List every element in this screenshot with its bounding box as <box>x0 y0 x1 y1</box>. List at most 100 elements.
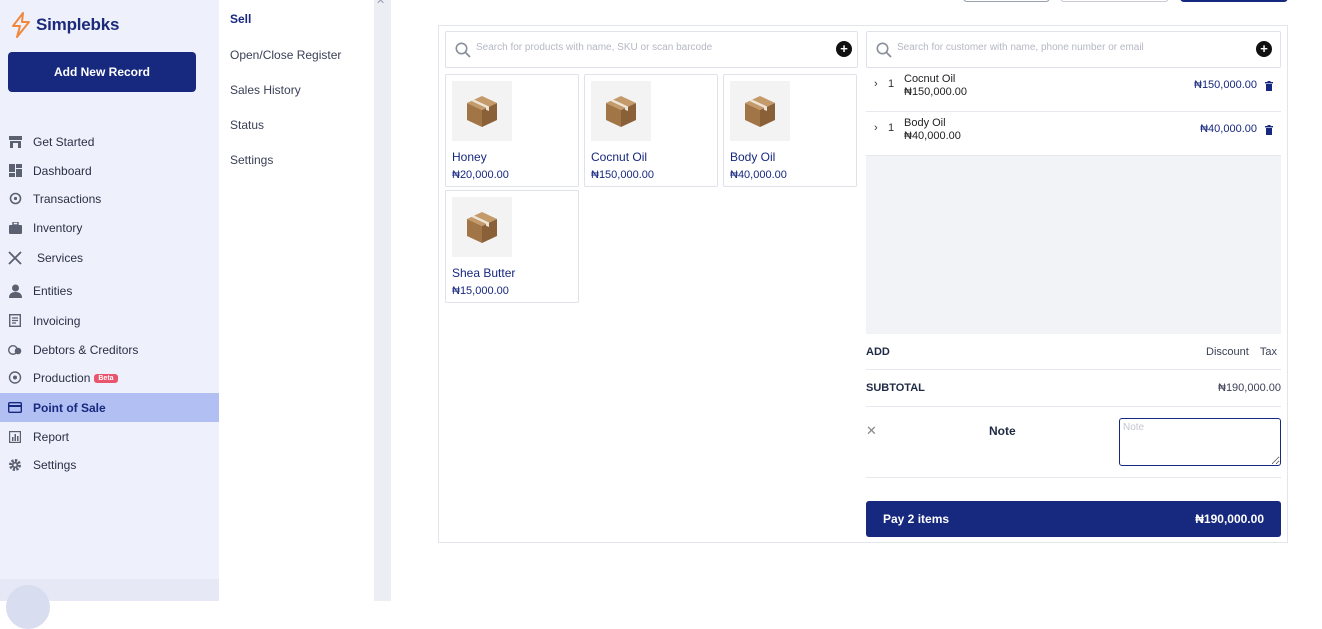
note-row: ✕ Note <box>866 417 1281 478</box>
sidebar-item-report[interactable]: Report <box>0 422 219 451</box>
pos-panel: + + Honey ₦20,000.00 Cocnut Oil ₦150,000… <box>438 25 1288 543</box>
cart-item-name: Body Oil <box>904 117 946 129</box>
trash-icon[interactable] <box>1265 122 1273 140</box>
subtotal-row: SUBTOTAL ₦190,000.00 <box>866 382 1281 407</box>
sidebar-item-label: Settings <box>33 457 77 472</box>
top-action-button-2[interactable] <box>1060 0 1169 2</box>
person-icon <box>8 284 22 298</box>
card-icon <box>8 401 22 415</box>
invoice-icon <box>8 314 22 328</box>
customer-search: + <box>866 31 1281 68</box>
avatar[interactable] <box>6 585 50 629</box>
pay-label: Pay 2 items <box>883 512 950 526</box>
search-icon <box>876 42 892 63</box>
sidebar-item-label: Transactions <box>33 191 102 206</box>
sidebar-item-label: Debtors & Creditors <box>33 342 139 357</box>
customer-search-input[interactable] <box>897 42 1247 53</box>
production-label: Production <box>33 370 91 385</box>
pay-total: ₦190,000.00 <box>1195 512 1264 526</box>
cart-empty-area <box>866 156 1281 334</box>
top-action-button-primary[interactable] <box>1180 0 1288 2</box>
sidebar-item-label: Production Beta <box>33 371 118 385</box>
subtotal-label: SUBTOTAL <box>866 382 925 394</box>
product-price: ₦20,000.00 <box>452 169 509 181</box>
money-icon <box>8 343 22 357</box>
product-card-shea-butter[interactable]: Shea Butter ₦15,000.00 <box>445 190 579 303</box>
sidebar-item-label: Point of Sale <box>33 400 106 415</box>
cart-item-total: ₦40,000.00 <box>1200 123 1257 135</box>
add-label: ADD <box>866 346 890 358</box>
product-price: ₦150,000.00 <box>591 169 654 181</box>
cart-item-qty[interactable]: 1 <box>888 122 894 134</box>
collapse-icon[interactable]: ✕ <box>376 0 385 7</box>
product-price: ₦15,000.00 <box>452 285 509 297</box>
sidebar-footer <box>0 579 242 629</box>
submenu-item-open-close-register[interactable]: Open/Close Register <box>230 48 341 62</box>
close-icon[interactable]: ✕ <box>866 423 877 439</box>
chevron-right-icon[interactable]: › <box>874 122 878 134</box>
submenu-item-sell[interactable]: Sell <box>230 12 251 26</box>
trash-icon[interactable] <box>1265 78 1273 96</box>
sidebar-item-services[interactable]: Services <box>0 243 219 272</box>
product-search: + <box>445 31 858 68</box>
sidebar-item-label: Report <box>33 429 70 444</box>
sidebar-item-label: Services <box>37 250 84 265</box>
sidebar-item-entities[interactable]: Entities <box>0 276 219 305</box>
product-name: Body Oil <box>730 150 776 164</box>
store-icon <box>8 135 22 149</box>
subtotal-value: ₦190,000.00 <box>1218 382 1281 394</box>
production-icon <box>8 371 22 385</box>
brand-name: Simplebks <box>36 15 120 34</box>
pay-button[interactable]: Pay 2 items ₦190,000.00 <box>866 501 1281 537</box>
sidebar-item-point-of-sale[interactable]: Point of Sale <box>0 393 219 422</box>
discount-link[interactable]: Discount <box>1206 346 1249 358</box>
cart-item-unit-price: ₦150,000.00 <box>904 86 967 98</box>
dashboard-icon <box>8 164 22 178</box>
box-icon <box>591 81 651 141</box>
sidebar: Simplebks Add New Record Get Started Das… <box>0 0 242 629</box>
product-search-input[interactable] <box>476 42 816 53</box>
box-icon <box>452 197 512 257</box>
search-icon <box>455 42 471 63</box>
brand-logo[interactable]: Simplebks <box>10 12 119 38</box>
cart-item-name: Cocnut Oil <box>904 73 956 85</box>
cart-item: › 1 Body Oil ₦40,000.00 ₦40,000.00 <box>866 112 1281 156</box>
box-icon <box>452 81 512 141</box>
add-product-icon[interactable]: + <box>836 41 852 57</box>
tax-link[interactable]: Tax <box>1260 346 1277 358</box>
sidebar-item-get-started[interactable]: Get Started <box>0 127 219 156</box>
add-new-record-button[interactable]: Add New Record <box>8 52 196 92</box>
submenu-item-settings[interactable]: Settings <box>230 153 273 167</box>
note-textarea[interactable] <box>1119 418 1281 466</box>
add-customer-icon[interactable]: + <box>1256 41 1272 57</box>
sidebar-item-dashboard[interactable]: Dashboard <box>0 156 219 185</box>
sidebar-item-label: Invoicing <box>33 313 81 328</box>
submenu-item-sales-history[interactable]: Sales History <box>230 83 301 97</box>
product-card-honey[interactable]: Honey ₦20,000.00 <box>445 74 579 187</box>
submenu-item-status[interactable]: Status <box>230 118 264 132</box>
product-card-body-oil[interactable]: Body Oil ₦40,000.00 <box>723 74 857 187</box>
sidebar-item-transactions[interactable]: Transactions <box>0 184 219 213</box>
top-action-button-1[interactable] <box>963 0 1050 2</box>
sidebar-item-inventory[interactable]: Inventory <box>0 213 219 242</box>
box-icon <box>730 81 790 141</box>
tools-icon <box>8 250 22 265</box>
cart-item: › 1 Cocnut Oil ₦150,000.00 ₦150,000.00 <box>866 68 1281 112</box>
panel-divider <box>374 0 391 601</box>
gear-icon <box>8 458 22 472</box>
product-name: Shea Butter <box>452 266 516 280</box>
sidebar-item-settings[interactable]: Settings <box>0 450 219 479</box>
product-price: ₦40,000.00 <box>730 169 787 181</box>
cart-item-qty[interactable]: 1 <box>888 78 894 90</box>
sidebar-item-debtors-creditors[interactable]: Debtors & Creditors <box>0 335 219 364</box>
product-card-cocnut-oil[interactable]: Cocnut Oil ₦150,000.00 <box>584 74 718 187</box>
briefcase-icon <box>8 221 22 235</box>
sidebar-item-production[interactable]: Production Beta <box>0 363 219 392</box>
refresh-icon <box>8 192 22 206</box>
sidebar-item-label: Get Started <box>33 134 95 149</box>
sidebar-item-label: Inventory <box>33 220 83 235</box>
beta-badge: Beta <box>94 373 118 383</box>
sidebar-item-invoicing[interactable]: Invoicing <box>0 306 219 335</box>
report-icon <box>8 430 22 444</box>
chevron-right-icon[interactable]: › <box>874 78 878 90</box>
